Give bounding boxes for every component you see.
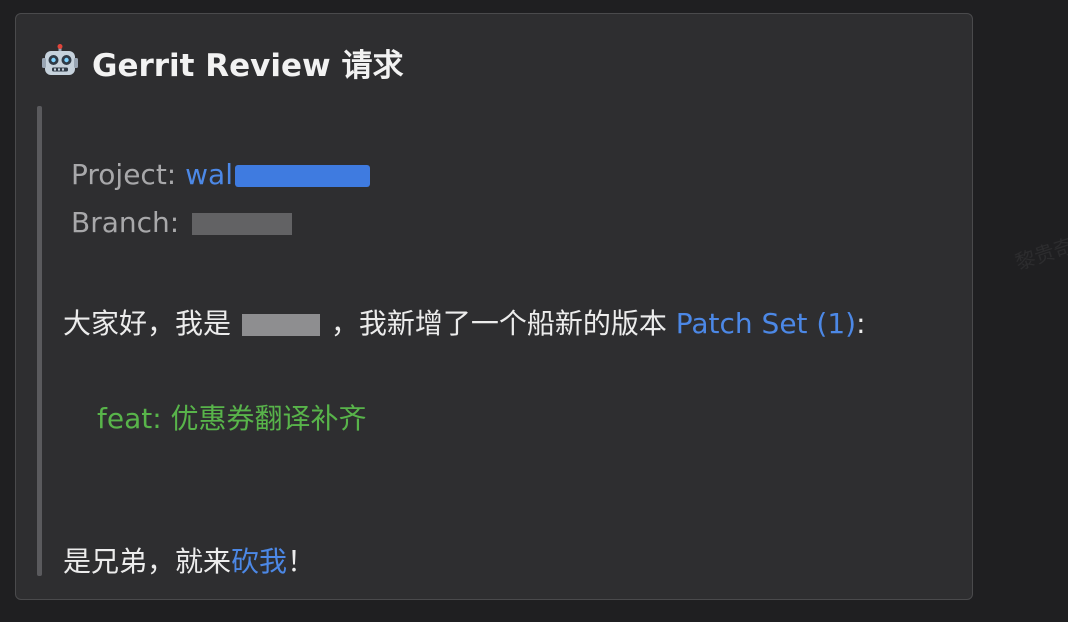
review-card: Gerrit Review 请求 Project: wal Branch: 大家… <box>15 13 973 600</box>
redacted-branch <box>192 213 293 235</box>
watermark: 黎贵奇 <box>1012 233 1068 275</box>
branch-label: Branch: <box>71 206 180 239</box>
project-line: Project: wal <box>71 158 370 191</box>
redacted-project <box>234 165 370 187</box>
project-value: wal <box>185 158 233 191</box>
review-link[interactable]: 砍我 <box>231 545 287 578</box>
commit-message: feat: 优惠券翻译补齐 <box>97 402 367 435</box>
greeting-mid: ，我新增了一个船新的版本 <box>330 307 667 340</box>
card-header: Gerrit Review 请求 <box>42 40 403 84</box>
page-title: Gerrit Review 请求 <box>92 47 404 84</box>
greeting-line: 大家好，我是 ，我新增了一个船新的版本 Patch Set (1): <box>63 302 866 342</box>
closing-line: 是兄弟，就来砍我！ <box>63 540 315 580</box>
quote-bar <box>37 106 42 576</box>
redacted-name <box>241 314 320 336</box>
page: 黎贵奇 Gerrit Review 请求 Project: wal Branch… <box>0 0 1068 622</box>
colon: : <box>856 307 866 340</box>
project-link[interactable]: wal <box>185 158 370 191</box>
greeting-prefix: 大家好，我是 <box>63 307 232 340</box>
branch-line: Branch: <box>71 206 293 239</box>
closing-prefix: 是兄弟，就来 <box>63 545 232 578</box>
robot-icon <box>42 44 78 75</box>
project-label: Project: <box>71 158 177 191</box>
patch-set-link[interactable]: Patch Set (1) <box>676 307 856 340</box>
closing-suffix: ！ <box>287 545 316 578</box>
